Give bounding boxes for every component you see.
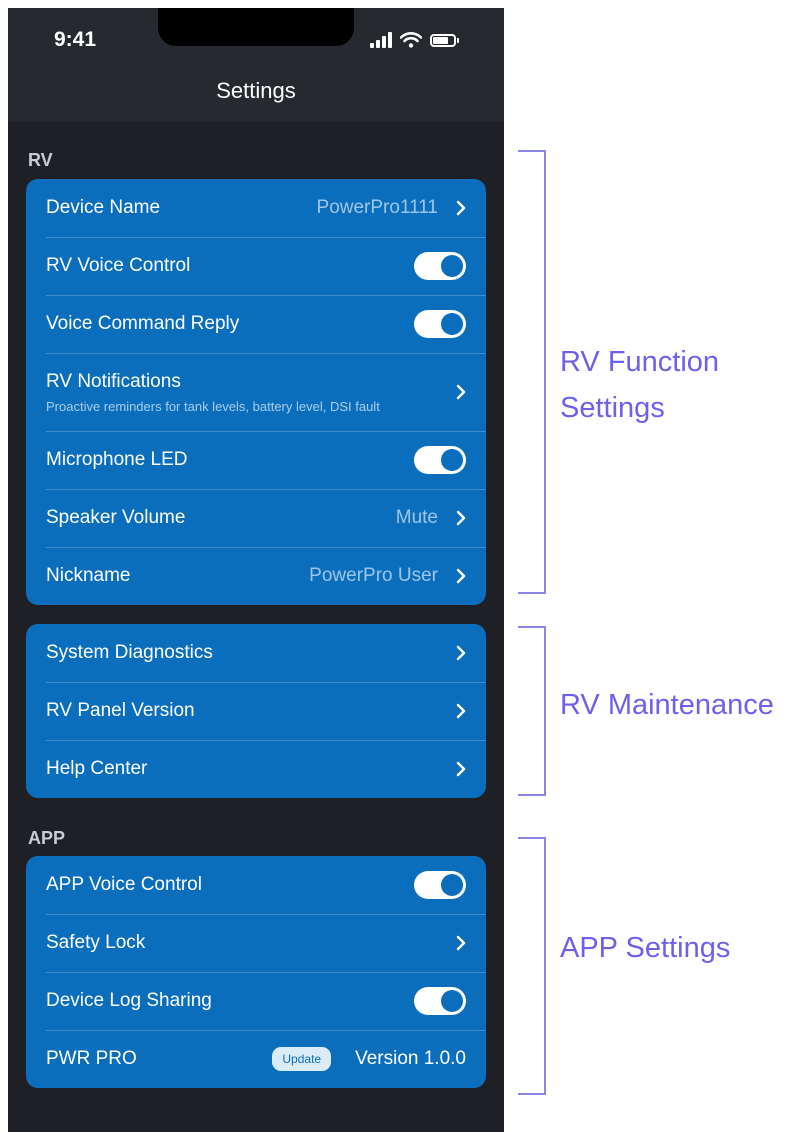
device-log-sharing-toggle[interactable]	[414, 987, 466, 1015]
row-label: Speaker Volume	[46, 507, 186, 528]
navigation-header: 9:41 Settings	[8, 8, 504, 122]
chevron-right-icon	[448, 383, 466, 401]
chevron-right-icon	[448, 199, 466, 217]
row-label: RV Panel Version	[46, 700, 195, 721]
update-button[interactable]: Update	[272, 1047, 332, 1071]
app-voice-control-row: APP Voice Control	[26, 856, 486, 914]
annotation-rv-function-settings: RV Function Settings	[560, 339, 719, 431]
voice-command-reply-toggle[interactable]	[414, 310, 466, 338]
row-subtitle: Proactive reminders for tank levels, bat…	[46, 398, 380, 414]
page-title: Settings	[216, 78, 296, 103]
device-notch	[158, 8, 354, 46]
battery-icon	[430, 33, 459, 47]
rv-panel-version-row[interactable]: RV Panel Version	[26, 682, 486, 740]
microphone-led-row: Microphone LED	[26, 431, 486, 489]
device-name-value: PowerPro1111	[316, 197, 438, 218]
annotation-app-settings: APP Settings	[560, 932, 731, 964]
row-label: System Diagnostics	[46, 642, 213, 663]
row-label: RV Notifications	[46, 370, 181, 392]
rv-voice-control-row: RV Voice Control	[26, 237, 486, 295]
row-label: Safety Lock	[46, 932, 146, 953]
device-name-row[interactable]: Device Name PowerPro1111	[26, 179, 486, 237]
speaker-volume-row[interactable]: Speaker Volume Mute	[26, 489, 486, 547]
help-center-row[interactable]: Help Center	[26, 740, 486, 798]
maintenance-card: System Diagnostics RV Panel Version Help…	[26, 624, 486, 798]
row-label: APP Voice Control	[46, 874, 202, 895]
wifi-icon	[400, 32, 422, 48]
row-label: Voice Command Reply	[46, 313, 240, 334]
chevron-right-icon	[448, 760, 466, 778]
section-label-rv: RV	[28, 150, 53, 170]
rv-settings-card: Device Name PowerPro1111 RV Voice Contro…	[26, 179, 486, 605]
row-label: Device Log Sharing	[46, 990, 212, 1011]
row-label: Device Name	[46, 197, 161, 218]
chevron-right-icon	[448, 567, 466, 585]
cellular-signal-icon	[370, 32, 392, 48]
row-label: PWR PRO	[46, 1048, 137, 1069]
row-label: Microphone LED	[46, 449, 188, 470]
safety-lock-row[interactable]: Safety Lock	[26, 914, 486, 972]
status-icons	[370, 28, 459, 52]
bracket-rv-function	[518, 150, 546, 594]
annotation-line: RV Function	[560, 346, 720, 378]
microphone-led-toggle[interactable]	[414, 446, 466, 474]
section-label-app: APP	[28, 828, 66, 848]
bracket-app-settings	[518, 837, 546, 1095]
row-label: Nickname	[46, 565, 131, 586]
bracket-rv-maintenance	[518, 626, 546, 796]
voice-command-reply-row: Voice Command Reply	[26, 295, 486, 353]
row-label: Help Center	[46, 758, 148, 779]
app-version-value: Version 1.0.0	[355, 1048, 466, 1069]
pwr-pro-version-row: PWR PRO Update Version 1.0.0	[26, 1030, 486, 1088]
rv-notifications-row[interactable]: RV Notifications Proactive reminders for…	[26, 353, 486, 431]
nickname-value: PowerPro User	[309, 565, 438, 586]
annotation-rv-maintenance: RV Maintenance	[560, 689, 774, 721]
device-log-sharing-row: Device Log Sharing	[26, 972, 486, 1030]
row-label: RV Voice Control	[46, 255, 191, 276]
nickname-row[interactable]: Nickname PowerPro User	[26, 547, 486, 605]
system-diagnostics-row[interactable]: System Diagnostics	[26, 624, 486, 682]
chevron-right-icon	[448, 644, 466, 662]
chevron-right-icon	[448, 509, 466, 527]
chevron-right-icon	[448, 934, 466, 952]
phone-screen: 9:41 Settings RV Device Name PowerPro111…	[8, 8, 504, 1132]
rv-voice-control-toggle[interactable]	[414, 252, 466, 280]
app-settings-card: APP Voice Control Safety Lock Device Log…	[26, 856, 486, 1088]
app-voice-control-toggle[interactable]	[414, 871, 466, 899]
annotation-line: Settings	[560, 392, 665, 424]
speaker-volume-value: Mute	[395, 507, 438, 528]
status-time: 9:41	[54, 28, 97, 51]
chevron-right-icon	[448, 702, 466, 720]
